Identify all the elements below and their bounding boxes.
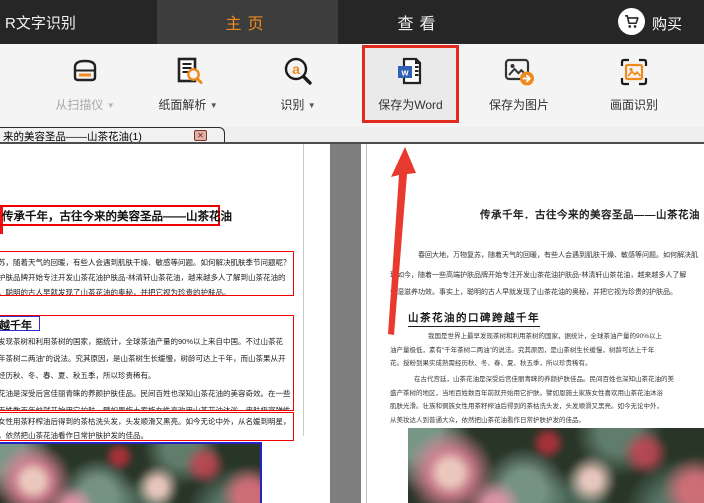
preview-line: 肌肤光滑。壮族和侗族女性用茶籽榨油后得到的茶枯洗头发，头发顺滑又黑亮。如今无论中…: [390, 403, 663, 410]
source-line: 年茶树二两油”的说法。究其原因，是山茶树生长缓慢，树龄可达上千年，而山茶果从开: [0, 354, 286, 364]
preview-line: 我国是世界上最早发现茶树和利用茶树的国家，据统计，全球茶油产量的90%以上: [428, 333, 663, 340]
screen-recognize-button[interactable]: 画面识别: [587, 44, 681, 127]
ocr-title-region[interactable]: 传承千年，古往今来的美容圣品——山茶花油: [0, 205, 232, 226]
source-line: 苏，随着天气的回暖，有些人会遇到肌肤干燥、敏感等问题。如何解决肌肤季节问题呢？: [0, 258, 291, 267]
source-line: ，聪明的古人早就发现了山茶花油的奥秘，并把它视为珍贵的护肤品。: [0, 288, 231, 296]
ocr-text-region-2[interactable]: 越千年 发现茶树和利用茶树的国家，据统计，全球茶油产量的90%以上来自中国。不过…: [0, 315, 294, 411]
scanner-icon: [68, 56, 102, 88]
app-title: R文字识别: [5, 15, 76, 32]
preview-line: 在古代宫廷，山茶花油是深受后宫佳丽青睐的养颜护肤佳品。民间百姓也深知山茶花油的美: [414, 376, 674, 383]
camellia-photo: [0, 444, 260, 503]
ocr-heading-blue-region[interactable]: [0, 316, 40, 331]
scan-from-scanner-button[interactable]: 从扫描仪 ▼: [38, 44, 132, 127]
save-as-word-button[interactable]: w 保存为Word: [365, 44, 456, 127]
camellia-photo: [408, 428, 704, 503]
word-document-icon: w: [394, 56, 428, 88]
paper-parse-dropdown-icon[interactable]: ▼: [210, 101, 218, 110]
source-line: 花油是深受后宫佳丽青睐的养颜护肤佳品。民间百姓也深知山茶花油的美容奇效。在一些: [0, 388, 291, 398]
scanner-dropdown-icon[interactable]: ▼: [107, 101, 115, 110]
source-line: 女性用茶籽榨油后得到的茶枯洗头发，头发顺滑又黑亮。如今无论中外，从名媛到明星，: [0, 417, 291, 426]
toolbar: 从扫描仪 ▼ 纸面解析 ▼ a 识别 ▼ w 保存为Word 保存为图片 画面识…: [0, 44, 704, 127]
save-image-label: 保存为图片: [488, 98, 549, 112]
preview-line: 盛产茶树的地区，当地百姓数百年前就开始用它护肤。譬如恩施土家族女性喜欢用山茶花油…: [390, 390, 663, 397]
source-image-panel[interactable]: 传承千年，古往今来的美容圣品——山茶花油 苏，随着天气的回暖，有些人会遇到肌肤干…: [0, 144, 330, 503]
source-line: 护肤品牌开始专注开发山茶花油护肤品-林清轩山茶花油，越来越多人了解到山茶花油的: [0, 273, 286, 282]
source-line: 发现茶树和利用茶树的国家，据统计，全球茶油产量的90%以上来自中国。不过山茶花: [0, 337, 284, 346]
source-line: 百姓数百年前就开始用它护肤。譬如恩施土家族女性喜欢用山茶花油沐浴，皮肤极富弹性: [0, 405, 291, 411]
screen-recognize-label: 画面识别: [609, 98, 658, 112]
preview-line: 现如今，随着一些高端护肤品牌开始专注开发山茶花油护肤品-林清轩山茶花油，越来越多…: [390, 272, 687, 279]
document-tab[interactable]: 来的美容圣品——山茶花油(1) ✕: [0, 127, 225, 143]
save-as-image-button[interactable]: 保存为图片: [472, 44, 566, 127]
recognize-dropdown-icon[interactable]: ▼: [308, 101, 316, 110]
screen-capture-icon: [617, 56, 651, 88]
tab-close-icon[interactable]: ✕: [194, 129, 207, 141]
title-bar: R文字识别 主页 查看 购买: [0, 0, 704, 44]
recognize-label: 识别: [280, 98, 305, 112]
preview-heading: 山茶花油的口碑跨越千年: [408, 310, 540, 327]
source-line: ，依然把山茶花油看作日常护肤护发的佳品。: [0, 430, 148, 440]
preview-line: 花。授粉到果实成熟需经历秋、冬、春、夏、秋五季，所以珍贵稀有。: [390, 360, 592, 367]
document-magnifier-icon: [171, 56, 205, 88]
source-line: 经历秋、冬、春、夏、秋五季，所以珍贵稀有。: [0, 371, 156, 381]
scanner-label: 从扫描仪: [55, 98, 104, 112]
preview-line: 保湿滋养功效。事实上，聪明的古人早就发现了山茶花油的奥秘，并把它视为珍贵的护肤品…: [390, 289, 677, 296]
content-area: 传承千年，古往今来的美容圣品——山茶花油 苏，随着天气的回暖，有些人会遇到肌肤干…: [0, 144, 704, 503]
paper-parse-button[interactable]: 纸面解析 ▼: [141, 44, 235, 127]
svg-text:w: w: [400, 68, 409, 78]
preview-line: 油产量极低，素有“千年茶树二两油”的说法。究其原因，是山茶树生长缓慢，树龄可达上…: [390, 347, 655, 354]
document-tab-strip: 来的美容圣品——山茶花油(1) ✕: [0, 127, 704, 144]
page-edge-line: [303, 144, 304, 436]
preview-line: 从美妆达人到普通大众，依然把山茶花油看作日常护肤护发的佳品。: [390, 417, 585, 424]
source-title: 传承千年，古往今来的美容圣品——山茶花油: [2, 211, 232, 223]
ocr-text-region-3[interactable]: 女性用茶籽榨油后得到的茶枯洗头发，头发顺滑又黑亮。如今无论中外，从名媛到明星， …: [0, 412, 294, 441]
tab-home[interactable]: 主页: [157, 0, 338, 44]
recognize-button[interactable]: a 识别 ▼: [251, 44, 345, 127]
save-word-label: 保存为Word: [378, 98, 443, 112]
document-tab-title: 来的美容圣品——山茶花油(1): [3, 131, 142, 143]
paper-parse-label: 纸面解析: [158, 98, 207, 112]
panel-divider[interactable]: [330, 144, 361, 503]
word-preview-panel[interactable]: 传承千年．古往今来的美容圣品——山茶花油 春回大地，万物复苏，随着天气的回暖，有…: [368, 144, 704, 503]
preview-line: 春回大地，万物复苏，随着天气的回暖，有些人会遇到肌肤干燥、敏感等问题。如何解决肌: [418, 252, 698, 259]
tab-view[interactable]: 查看: [352, 0, 487, 44]
svg-text:a: a: [292, 61, 300, 77]
ocr-text-region-1[interactable]: 苏，随着天气的回暖，有些人会遇到肌肤干燥、敏感等问题。如何解决肌肤季节问题呢？ …: [0, 251, 294, 296]
image-export-icon: [502, 56, 536, 88]
preview-camellia-photo: [408, 428, 704, 503]
splitter-line: [366, 144, 367, 503]
recognize-a-magnifier-icon: a: [281, 56, 315, 88]
buy-label: 购买: [652, 16, 683, 33]
preview-title: 传承千年．古往今来的美容圣品——山茶花油: [480, 209, 700, 221]
cart-icon: [618, 8, 645, 35]
buy-button[interactable]: 购买: [616, 0, 704, 44]
ocr-image-region-camellia-photo[interactable]: [0, 442, 262, 503]
